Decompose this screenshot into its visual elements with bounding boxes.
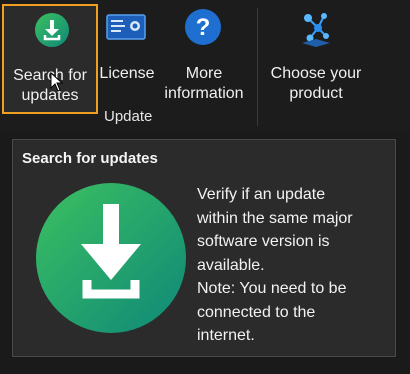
license-button-label: License (99, 65, 155, 82)
mouse-cursor-icon (50, 72, 64, 92)
license-icon (106, 14, 146, 40)
tooltip-desc-line: software version is (197, 233, 330, 250)
choose-your-product-button[interactable]: Choose your product (266, 0, 366, 110)
tooltip-desc-line: available. (197, 256, 265, 274)
tooltip-desc-line: within the same major (197, 209, 353, 227)
ribbon: Search for updates License ? More inform… (0, 0, 410, 132)
tooltip-desc-line: Verify if an update (197, 186, 326, 203)
ribbon-group-label-update: Update (104, 108, 153, 125)
download-icon (35, 182, 187, 334)
help-icon: ? (184, 8, 222, 46)
search-for-updates-button[interactable]: Search for updates (2, 4, 98, 114)
tooltip: Search for updates Verify if an update w… (12, 139, 396, 357)
tooltip-desc-line: connected to the (197, 303, 316, 321)
tooltip-title: Search for updates (22, 150, 158, 167)
more-information-button[interactable]: ? More information (156, 0, 252, 110)
ribbon-separator (257, 8, 258, 126)
product-network-icon (298, 10, 334, 50)
tooltip-desc-line: Note: You need to be (197, 280, 347, 297)
license-button[interactable]: License (94, 0, 160, 110)
product-label-line2: product (289, 85, 343, 102)
tooltip-description: Verify if an update within the same majo… (197, 183, 387, 348)
product-label-line1: Choose your (270, 65, 362, 82)
download-icon (34, 12, 70, 48)
more-info-label-line1: More (185, 65, 223, 82)
tooltip-desc-line: internet. (197, 327, 255, 344)
more-info-label-line2: information (164, 85, 244, 102)
svg-text:?: ? (196, 14, 211, 41)
